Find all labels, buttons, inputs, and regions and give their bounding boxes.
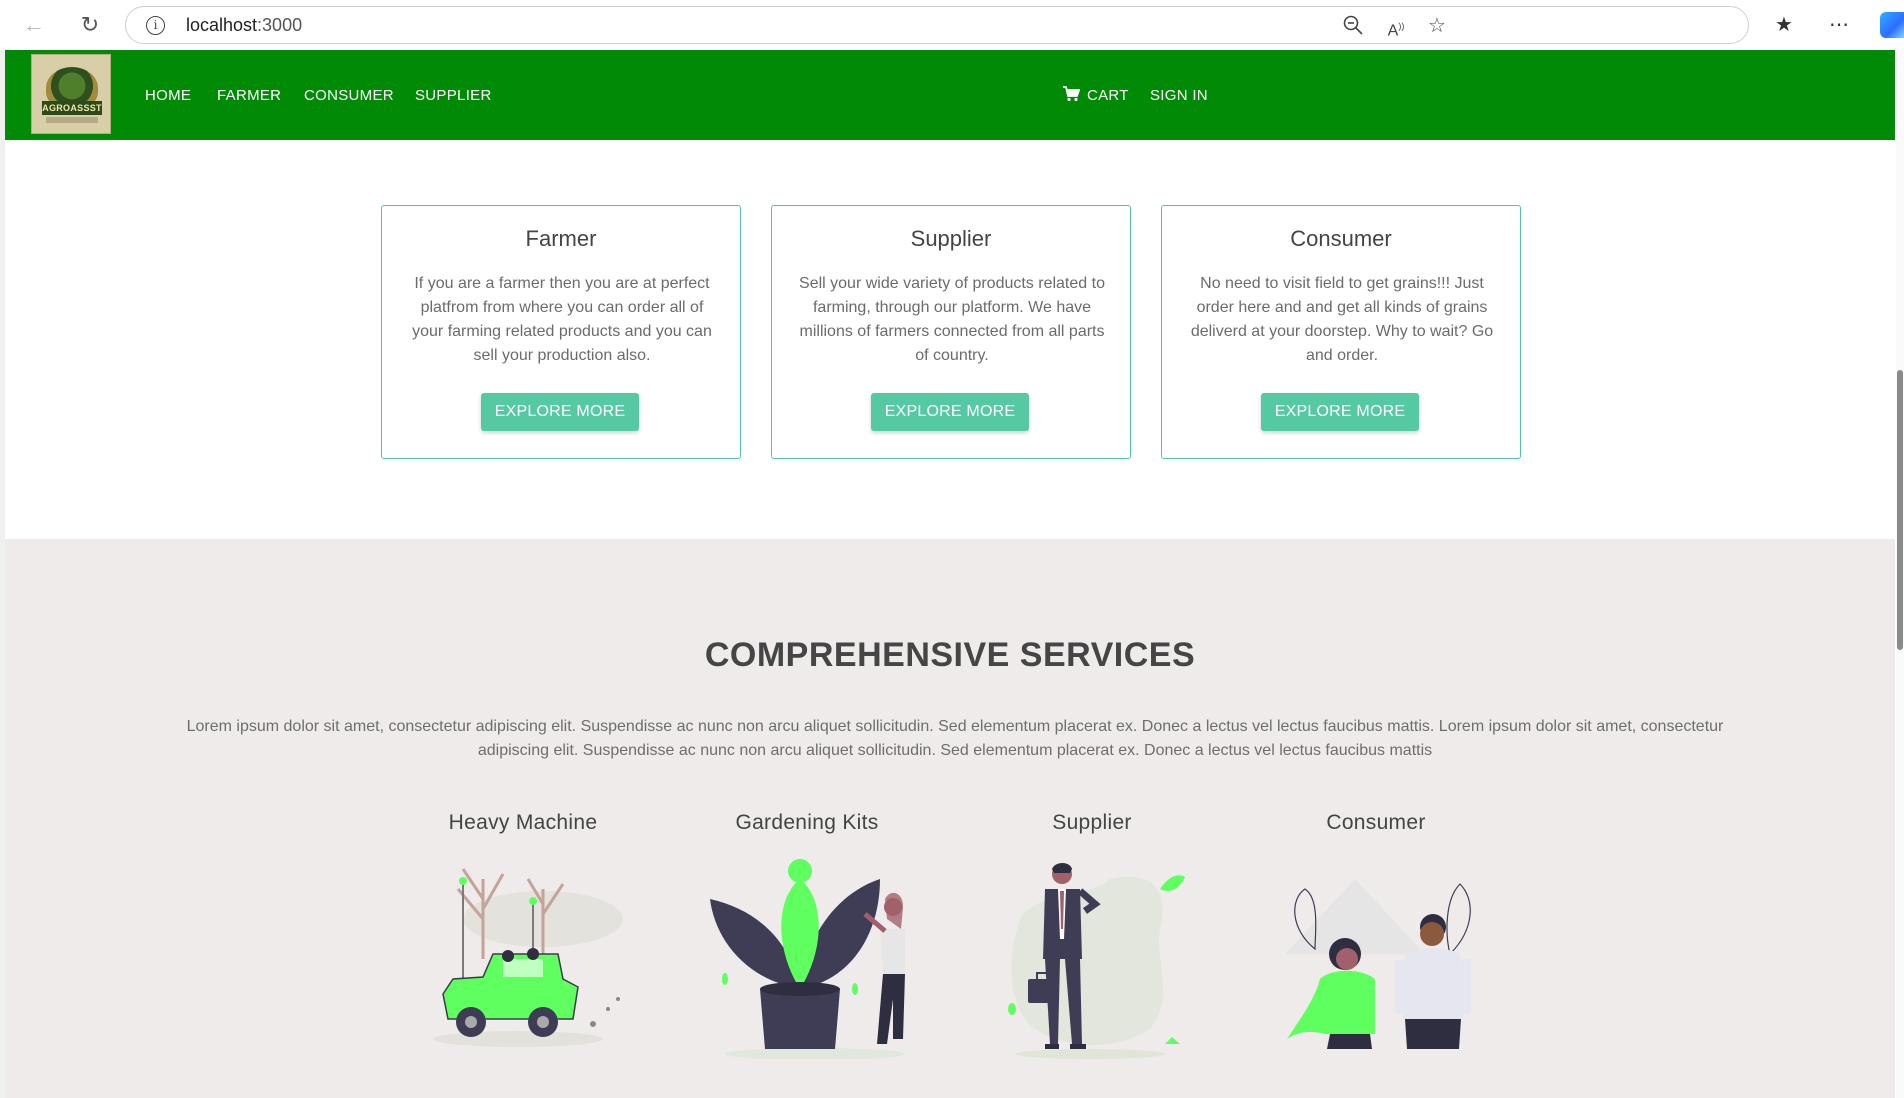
cart-icon[interactable] bbox=[1063, 86, 1080, 102]
nav-consumer[interactable]: CONSUMER bbox=[304, 87, 394, 104]
service-title: Supplier bbox=[1052, 811, 1132, 834]
services-description: Lorem ipsum dolor sit amet, consectetur … bbox=[186, 718, 1724, 759]
service-title: Gardening Kits bbox=[735, 811, 879, 834]
explore-more-button[interactable]: EXPLORE MORE bbox=[871, 393, 1029, 431]
services-heading: COMPREHENSIVE SERVICES bbox=[704, 636, 1196, 674]
nav-home[interactable]: HOME bbox=[145, 87, 191, 104]
url-text: localhost:3000 bbox=[186, 15, 303, 35]
card-text: No need to visit field to get grains!!! … bbox=[1190, 275, 1494, 364]
nav-cart[interactable]: CART bbox=[1087, 87, 1129, 104]
favorites-icon[interactable]: ★ bbox=[1771, 12, 1797, 38]
logo-tagline bbox=[46, 117, 98, 123]
nav-farmer[interactable]: FARMER bbox=[217, 87, 281, 104]
explore-more-button[interactable]: EXPLORE MORE bbox=[481, 393, 639, 431]
card-title: Farmer bbox=[525, 226, 597, 251]
page-scrollbar[interactable] bbox=[1896, 50, 1904, 1098]
more-options-icon[interactable]: ⋯ bbox=[1826, 12, 1852, 38]
businessman-illustration bbox=[1008, 863, 1185, 1059]
nav-sign-in[interactable]: SIGN IN bbox=[1150, 87, 1208, 104]
supplier-card: Supplier Sell your wide variety of produ… bbox=[771, 205, 1131, 459]
card-title: Consumer bbox=[1290, 226, 1392, 251]
scrollbar-thumb[interactable] bbox=[1897, 370, 1903, 650]
card-title: Supplier bbox=[910, 226, 992, 251]
agroassst-logo[interactable]: AGROASSST bbox=[31, 54, 111, 134]
explore-more-button[interactable]: EXPLORE MORE bbox=[1261, 393, 1419, 431]
address-bar[interactable]: i localhost:3000 A)) ☆ bbox=[125, 6, 1749, 44]
nav-supplier[interactable]: SUPPLIER bbox=[415, 87, 492, 104]
logo-text: AGROASSST bbox=[42, 101, 102, 115]
site-info-icon[interactable]: i bbox=[146, 16, 165, 35]
site-navbar: AGROASSST HOME FARMER CONSUMER SUPPLIER … bbox=[5, 50, 1895, 140]
copilot-icon[interactable] bbox=[1880, 12, 1904, 38]
back-arrow-icon[interactable]: ← bbox=[16, 7, 52, 43]
read-aloud-icon[interactable]: A)) bbox=[1384, 14, 1408, 39]
favorite-star-icon[interactable]: ☆ bbox=[1425, 14, 1449, 38]
farmer-card: Farmer If you are a farmer then you are … bbox=[381, 205, 741, 459]
reload-icon[interactable]: ↻ bbox=[72, 7, 108, 43]
card-text: Sell your wide variety of products relat… bbox=[799, 275, 1105, 364]
jeep-illustration bbox=[433, 868, 623, 1047]
service-title: Consumer bbox=[1326, 811, 1426, 834]
card-text: If you are a farmer then you are at perf… bbox=[412, 275, 712, 364]
services-section: COMPREHENSIVE SERVICES Lorem ipsum dolor… bbox=[5, 539, 1895, 1098]
page-viewport: AGROASSST HOME FARMER CONSUMER SUPPLIER … bbox=[0, 50, 1904, 1098]
service-title: Heavy Machine bbox=[448, 811, 598, 834]
browser-toolbar: ← ↻ i localhost:3000 A)) ☆ ★ ⋯ bbox=[0, 0, 1904, 50]
plant-illustration bbox=[710, 859, 905, 1059]
couple-illustration bbox=[1285, 879, 1471, 1049]
consumer-card: Consumer No need to visit field to get g… bbox=[1161, 205, 1521, 459]
zoom-out-icon[interactable] bbox=[1341, 14, 1365, 38]
